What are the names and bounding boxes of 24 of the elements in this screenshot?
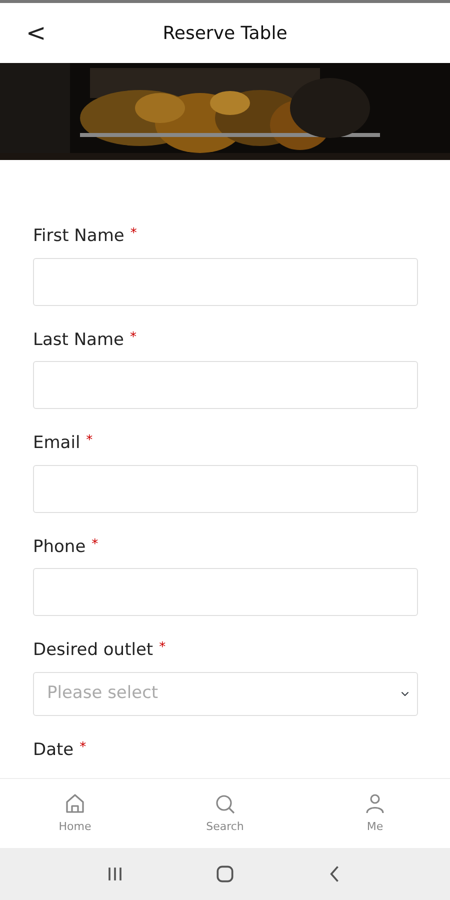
field-label: Desired outlet <box>33 639 154 662</box>
home-icon <box>63 792 87 816</box>
input-field[interactable] <box>33 361 418 409</box>
required-mark: * <box>92 536 98 552</box>
person-icon <box>363 792 387 816</box>
input-field[interactable] <box>33 568 418 616</box>
nav-tab[interactable]: Search <box>150 779 300 848</box>
nav-tab[interactable]: Me <box>300 779 450 848</box>
field-label: Date <box>33 738 74 762</box>
required-mark: * <box>86 433 93 448</box>
field-label: Email <box>33 432 80 455</box>
field-label: First Name <box>33 225 124 248</box>
field-label: Phone <box>33 536 86 558</box>
input-field[interactable] <box>33 464 418 512</box>
required-mark: * <box>130 330 136 344</box>
required-mark: * <box>159 640 166 655</box>
field-label: Last Name <box>33 328 124 352</box>
input-field[interactable] <box>33 258 418 306</box>
back-button[interactable]: < <box>20 21 52 45</box>
nav-tab[interactable]: Home <box>0 779 150 848</box>
required-mark: * <box>80 740 86 754</box>
page-title: Reserve Table <box>162 22 288 46</box>
required-mark: * <box>130 226 137 241</box>
select-field[interactable]: Please select <box>33 672 418 716</box>
